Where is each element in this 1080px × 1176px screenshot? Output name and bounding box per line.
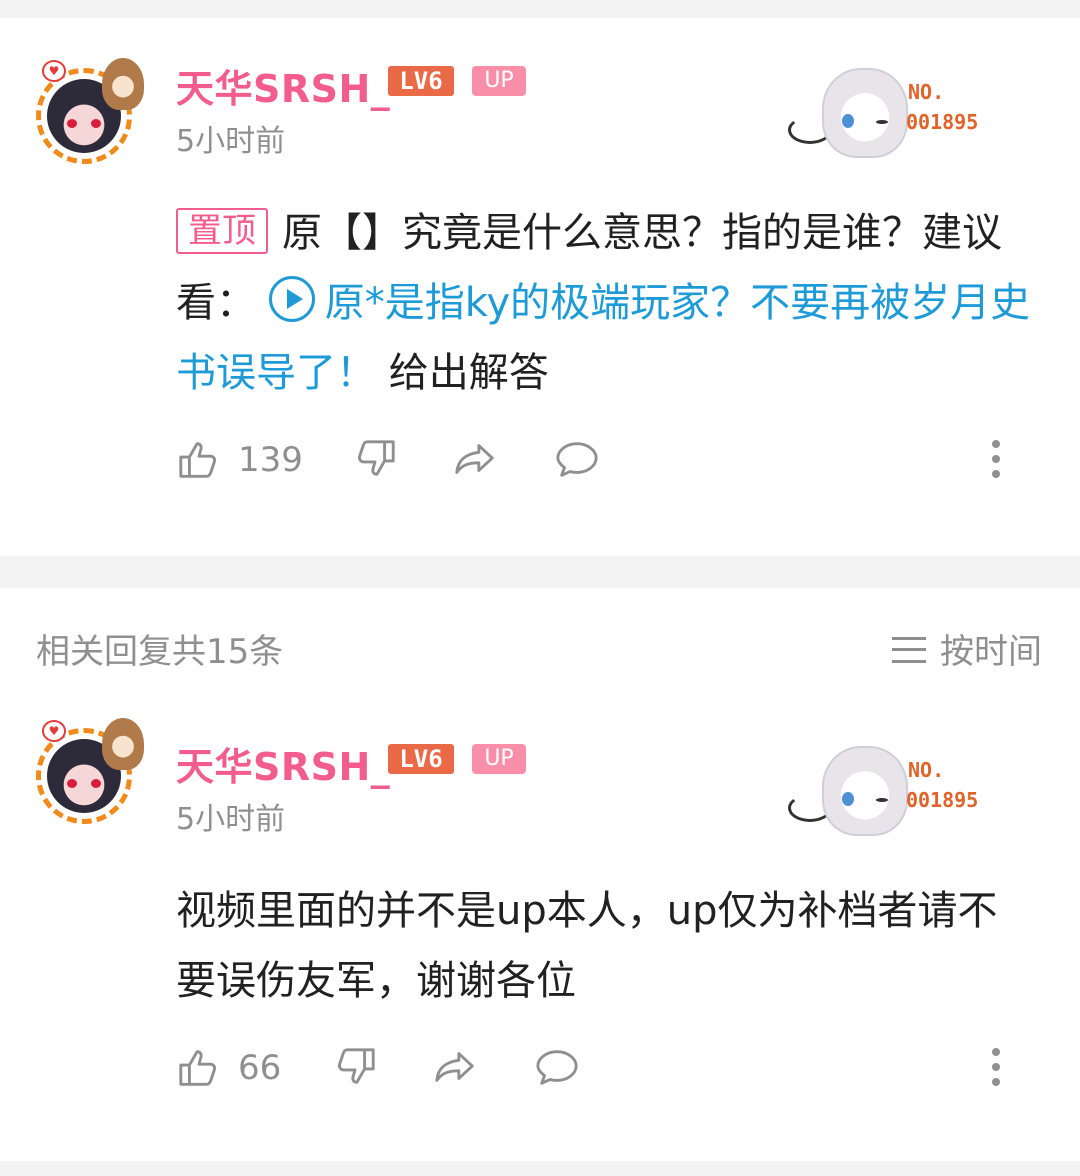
heart-icon: ♥ <box>42 720 66 742</box>
avatar-pendant <box>102 718 144 770</box>
share-icon <box>435 1052 474 1082</box>
comment-actions: 139 <box>176 436 1006 486</box>
up-badge: UP <box>472 66 526 96</box>
fan-card-number: 001895 <box>906 788 979 812</box>
comment-actions: 66 <box>176 1044 1006 1094</box>
fan-card-label: NO. <box>908 80 945 104</box>
like-count: 139 <box>238 440 303 480</box>
replies-count-title: 相关回复共15条 <box>36 632 284 672</box>
level-badge: LV6 <box>388 66 454 96</box>
username[interactable]: 天华SRSH_ <box>176 736 390 791</box>
video-link[interactable]: 原*是指ky的极端玩家？不要再被岁月史书误导了！ <box>176 276 1030 396</box>
replies-header: 相关回复共15条 按时间 <box>0 588 1080 696</box>
like-icon <box>179 442 216 478</box>
sort-button[interactable]: 按时间 <box>892 624 1042 673</box>
heart-icon: ♥ <box>42 60 66 82</box>
bottom-divider <box>0 1161 1080 1176</box>
reply-comment: ♥ 天华SRSH_ LV6 UP 5小时前 NO. 001895 视频里面的并不… <box>0 696 1080 1161</box>
like-button[interactable] <box>176 1044 222 1094</box>
avatar-pendant <box>102 58 144 110</box>
sort-label: 按时间 <box>940 632 1042 672</box>
comment-time: 5小时前 <box>176 124 286 159</box>
play-circle-icon <box>268 276 315 322</box>
reply-icon <box>556 442 598 477</box>
reply-button[interactable] <box>534 1044 580 1094</box>
comment-time: 5小时前 <box>176 802 286 837</box>
dislike-button[interactable] <box>352 436 398 486</box>
share-button[interactable] <box>432 1044 478 1094</box>
dislike-button[interactable] <box>332 1044 378 1094</box>
like-count: 66 <box>238 1048 282 1088</box>
comment-text: 视频里面的并不是up本人，up仅为补档者请不要误伤友军，谢谢各位 <box>176 888 998 1004</box>
sort-icon <box>892 637 926 663</box>
username[interactable]: 天华SRSH_ <box>176 58 390 113</box>
top-divider <box>0 0 1080 18</box>
dislike-icon <box>358 440 395 476</box>
fan-card[interactable]: NO. 001895 <box>788 744 1008 844</box>
share-icon <box>455 444 494 474</box>
like-button[interactable] <box>176 436 222 486</box>
fan-card-label: NO. <box>908 758 945 782</box>
level-badge: LV6 <box>388 744 454 774</box>
reply-icon <box>536 1050 578 1085</box>
cat-mascot-icon <box>822 746 908 836</box>
pinned-comment: ♥ 天华SRSH_ LV6 UP 5小时前 NO. 001895 置顶 原【】究竟… <box>0 18 1080 556</box>
avatar[interactable]: ♥ <box>36 58 146 168</box>
fan-card-number: 001895 <box>906 110 979 134</box>
share-button[interactable] <box>452 436 498 486</box>
fan-card[interactable]: NO. 001895 <box>788 66 1008 166</box>
more-icon[interactable] <box>986 1044 1006 1094</box>
like-icon <box>179 1050 216 1086</box>
pinned-badge: 置顶 <box>176 208 268 254</box>
cat-mascot-icon <box>822 68 908 158</box>
more-icon[interactable] <box>986 436 1006 486</box>
comment-text-outro: 给出解答 <box>376 350 549 396</box>
avatar[interactable]: ♥ <box>36 718 146 828</box>
up-badge: UP <box>472 744 526 774</box>
reply-button[interactable] <box>554 436 600 486</box>
comment-text: 置顶 原【】究竟是什么意思？指的是谁？建议看： 原*是指ky的极端玩家？不要再被岁… <box>176 198 1036 408</box>
dislike-icon <box>338 1048 375 1084</box>
section-divider <box>0 556 1080 588</box>
